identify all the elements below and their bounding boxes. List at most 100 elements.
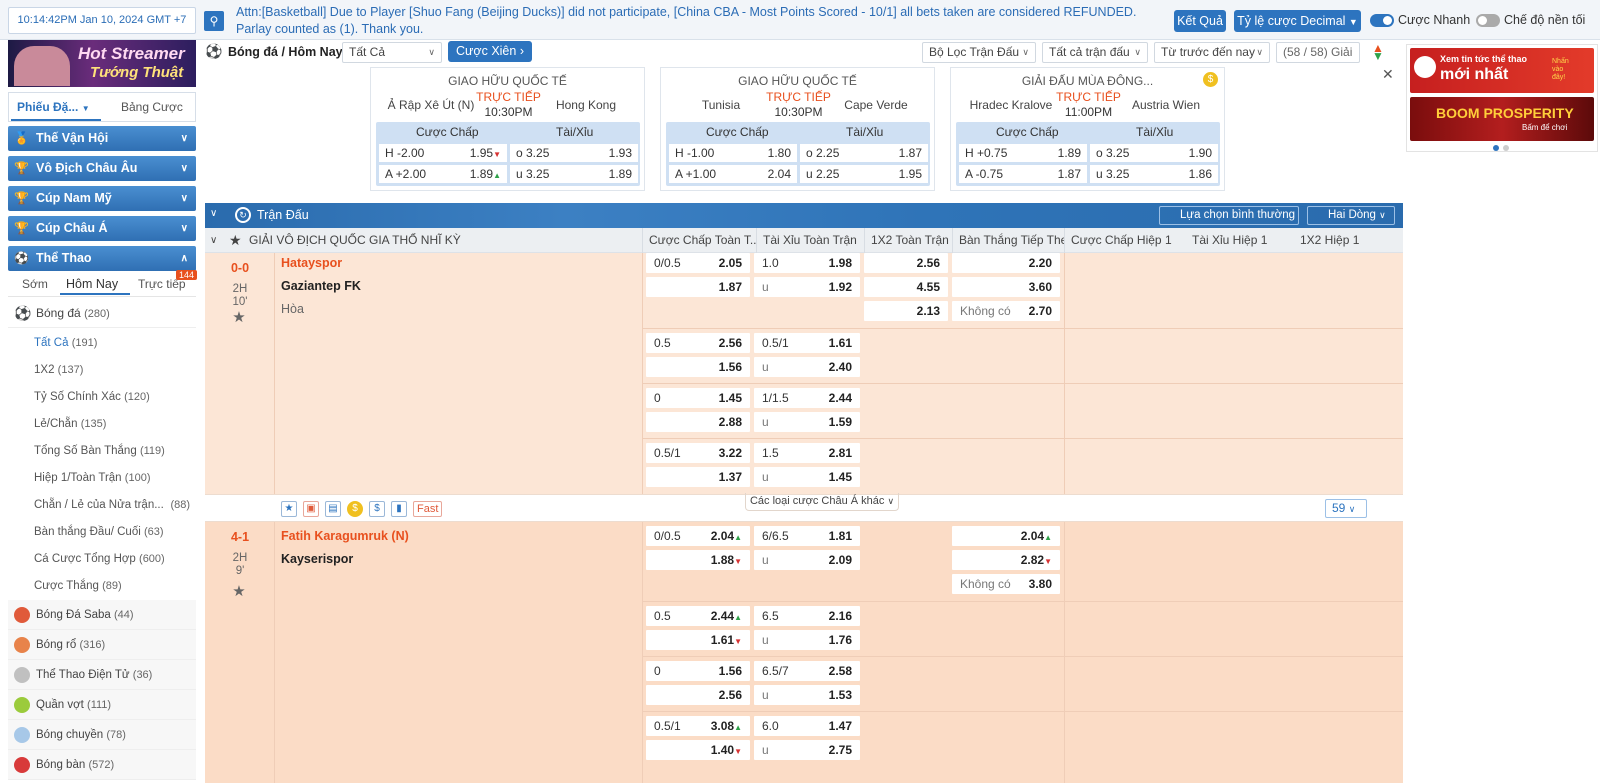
sport-esports[interactable]: Thể Thao Điện Tử (36) [8,660,196,690]
odds-box[interactable]: 1/1.5 2.44 [754,388,860,408]
odds-box[interactable]: Không có 3.80 [952,574,1060,594]
odds-box[interactable]: 2.04▲ [952,526,1060,546]
carousel-dot-active[interactable] [1493,145,1499,151]
sort-icon[interactable]: ▲ ▼ [1372,42,1384,62]
match-filter-select[interactable]: Bộ Lọc Trận Đấu ∨ [922,42,1036,63]
odds-box[interactable]: 0 1.45 [646,388,750,408]
odds-box[interactable]: 1.61▼ [646,630,750,650]
odds-box[interactable]: 1.40▼ [646,740,750,760]
more-markets-count[interactable]: 59 ∨ [1325,499,1367,518]
sport-saba-soccer[interactable]: Bóng Đá Saba (44) [8,600,196,630]
live-card[interactable]: GIẢI ĐẤU MÙA ĐÔNG... $ Hradec Kralove TR… [950,67,1225,191]
sub-link-1x2[interactable]: 1X2 (137) [8,357,196,384]
sort-select[interactable]: Từ trước đến nay ∨ [1154,42,1270,63]
odds-box[interactable]: 0.5/1 3.22 [646,443,750,463]
fast-button[interactable]: Fast [413,501,443,517]
odds-box[interactable]: 0 1.56 [646,661,750,681]
sub-link-half-odd-even[interactable]: Chẵn / Lẻ của Nửa trận... (88) [8,492,196,519]
tab-bet-list[interactable]: Bảng Cược [121,100,183,114]
sub-link-all[interactable]: Tất Cả (191) [8,330,196,357]
sub-link-correct-score[interactable]: Tỷ Số Chính Xác (120) [8,384,196,411]
news-banner[interactable]: Xem tin tức thể thao mới nhất Nhấn vào đ… [1410,48,1594,93]
odds-box[interactable]: u 1.45 [754,467,860,487]
announcement-marquee[interactable]: Attn:[Basketball] Due to Player [Shuo Fa… [236,4,1146,38]
odds-box[interactable]: 2.82▼ [952,550,1060,570]
carousel-dot[interactable] [1503,145,1509,151]
view-select[interactable]: Lựa chọn bình thường ∨ [1159,206,1299,237]
odds-box[interactable]: 0.5 2.56 [646,333,750,353]
sub-link-mix-parlay[interactable]: Cá Cược Tổng Hợp (600) [8,546,196,573]
tab-today[interactable]: Hôm Nay [66,277,118,291]
odds-box[interactable]: 1.88▼ [646,550,750,570]
close-icon[interactable]: ✕ [1382,66,1394,83]
fast-bet-toggle[interactable] [1370,14,1394,27]
odds-box[interactable]: 1.5 2.81 [754,443,860,463]
card-odds-cell[interactable]: u 3.25 1.89 [510,165,638,183]
odds-box[interactable]: 6.5/7 2.58 [754,661,860,681]
card-odds-cell[interactable]: H +0.75 1.89 [959,144,1087,162]
parlay-button[interactable]: Cược Xiên › [448,41,532,62]
odds-box[interactable]: 6.0 1.47 [754,716,860,736]
sidebar-olympics[interactable]: 🏅 Thế Vận Hội ∨ [8,126,196,151]
sport-basketball[interactable]: Bóng rổ (316) [8,630,196,660]
odds-box[interactable]: u 1.92 [754,277,860,297]
odds-box[interactable]: 0.5/1 1.61 [754,333,860,353]
odds-box[interactable]: 0.5 2.44▲ [646,606,750,626]
odds-box[interactable]: u 2.09 [754,550,860,570]
market-filter-select[interactable]: Tất Cả ∨ [342,42,442,63]
odds-box[interactable]: 2.20 [952,253,1060,273]
odds-box[interactable]: u 1.53 [754,685,860,705]
odds-box[interactable]: u 1.76 [754,630,860,650]
odds-box[interactable]: Không có 2.70 [952,301,1060,321]
odds-box[interactable]: 0/0.5 2.04▲ [646,526,750,546]
tab-bet-slip[interactable]: Phiếu Đặ... ▼ [17,100,90,114]
card-odds-cell[interactable]: o 2.25 1.87 [800,144,928,162]
dollar-icon[interactable]: $ [369,501,385,517]
coin-icon[interactable]: $ [347,501,363,517]
search-icon[interactable]: ⚲ [204,11,224,31]
chevron-down-icon[interactable]: ∨ [210,228,217,253]
card-odds-cell[interactable]: u 2.25 1.95 [800,165,928,183]
live-card[interactable]: GIAO HỮU QUỐC TẾ Tunisia TRỰC TIẾP 10:30… [660,67,935,191]
sport-football[interactable]: ⚽ Bóng đá (280) [8,298,196,328]
card-odds-cell[interactable]: o 3.25 1.93 [510,144,638,162]
card-odds-cell[interactable]: A -0.75 1.87 [959,165,1087,183]
sidebar-sports[interactable]: ⚽ Thể Thao ∧ [8,246,196,271]
sub-link-ht-ft[interactable]: Hiệp 1/Toàn Trận (100) [8,465,196,492]
sub-link-first-last-goal[interactable]: Bàn thắng Đầu/ Cuối (63) [8,519,196,546]
stats-board-icon[interactable]: ▤ [325,501,341,517]
odds-box[interactable]: u 2.75 [754,740,860,760]
sport-tennis[interactable]: Quần vợt (111) [8,690,196,720]
star-icon[interactable]: ★ [281,501,297,517]
sidebar-euro[interactable]: 🏆 Vô Địch Châu Âu ∨ [8,156,196,181]
sport-volleyball[interactable]: Bóng chuyền (78) [8,720,196,750]
odds-box[interactable]: u 2.40 [754,357,860,377]
star-icon[interactable]: ★ [229,228,242,253]
odds-box[interactable]: 6/6.5 1.81 [754,526,860,546]
odds-box[interactable]: 1.87 [646,277,750,297]
card-odds-cell[interactable]: A +2.00 1.89▲ [379,165,507,183]
sidebar-copa[interactable]: 🏆 Cúp Nam Mỹ ∨ [8,186,196,211]
card-odds-cell[interactable]: A +1.00 2.04 [669,165,797,183]
odds-box[interactable]: 3.60 [952,277,1060,297]
odds-box[interactable]: 2.88 [646,412,750,432]
card-odds-cell[interactable]: u 3.25 1.86 [1090,165,1218,183]
sub-link-odd-even[interactable]: Lẻ/Chẵn (135) [8,411,196,438]
star-icon[interactable]: ★ [231,310,247,326]
card-odds-cell[interactable]: o 3.25 1.90 [1090,144,1218,162]
more-asian-bets-button[interactable]: Các loại cược Châu Á khác ∨ [745,493,899,511]
odds-box[interactable]: 0.5/1 3.08▲ [646,716,750,736]
game-banner[interactable]: BOOM PROSPERITY Bấm để chơi [1410,97,1594,141]
odds-box[interactable]: 6.5 2.16 [754,606,860,626]
odds-box[interactable]: 2.13 [864,301,948,321]
tv-icon[interactable]: ▣ [303,501,319,517]
lines-select[interactable]: Hai Dòng ∨ [1307,206,1395,225]
results-button[interactable]: Kết Quả [1174,10,1226,32]
odds-format-button[interactable]: Tỷ lệ cược Decimal ▼ [1234,10,1361,32]
odds-box[interactable]: 1.37 [646,467,750,487]
odds-box[interactable]: 1.0 1.98 [754,253,860,273]
tab-early[interactable]: Sớm [22,277,48,291]
all-matches-select[interactable]: Tất cả trận đấu ∨ [1042,42,1148,63]
sub-link-outright[interactable]: Cược Thắng (89) [8,573,196,600]
live-card[interactable]: GIAO HỮU QUỐC TẾ Ả Rập Xê Út (N) TRỰC TI… [370,67,645,191]
